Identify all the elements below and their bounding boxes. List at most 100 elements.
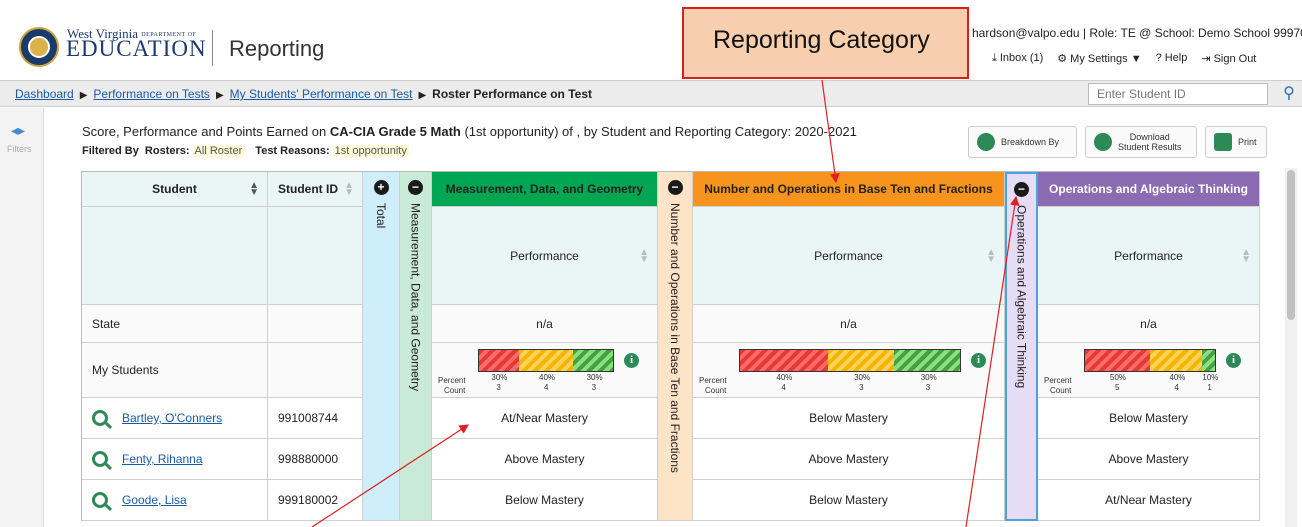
category-header-1[interactable]: Measurement, Data, and Geometry bbox=[432, 172, 658, 207]
breadcrumb-my-students-performance[interactable]: My Students' Performance on Test bbox=[230, 87, 413, 101]
my-settings-link[interactable]: ⚙ My Settings ▼ bbox=[1057, 52, 1141, 65]
student-id-text: 991008744 bbox=[278, 411, 339, 425]
table-row-performance: Above Mastery bbox=[432, 439, 658, 480]
performance-level-text: Below Mastery bbox=[809, 411, 888, 425]
student-name-link[interactable]: Goode, Lisa bbox=[122, 493, 187, 507]
performance-header[interactable]: Performance ▲ ▼ bbox=[693, 207, 1005, 305]
logo-divider bbox=[212, 30, 213, 66]
total-column-label: Total bbox=[374, 203, 388, 229]
report-filters: Filtered By Rosters: All Roster Test Reas… bbox=[82, 145, 409, 157]
state-value: n/a bbox=[1038, 305, 1260, 343]
chevron-right-icon: ▶ bbox=[215, 90, 224, 101]
student-name-link[interactable]: Bartley, O'Conners bbox=[122, 411, 222, 425]
expand-filters-icon[interactable]: ◂▸ bbox=[11, 122, 25, 139]
segment-percent: 40% bbox=[539, 373, 556, 382]
performance-distribution-bar[interactable] bbox=[739, 349, 961, 372]
state-value-text: n/a bbox=[536, 316, 553, 331]
info-icon[interactable]: i bbox=[971, 353, 986, 368]
sort-icon[interactable]: ▲ ▼ bbox=[344, 181, 354, 198]
inbox-link[interactable]: ⤓ Inbox (1) bbox=[992, 52, 1043, 65]
my-students-row-label: My Students bbox=[92, 363, 159, 377]
distribution-segment bbox=[479, 350, 520, 371]
collapse-category-icon[interactable]: − bbox=[408, 180, 423, 195]
performance-header[interactable]: Performance ▲ ▼ bbox=[432, 207, 658, 305]
count-label: Count bbox=[705, 386, 727, 395]
header-blank bbox=[82, 207, 268, 305]
segment-count: 4 bbox=[781, 383, 786, 392]
report-title: Score, Performance and Points Earned on … bbox=[82, 124, 857, 139]
state-value: n/a bbox=[693, 305, 1005, 343]
printer-icon bbox=[1214, 133, 1232, 151]
breakdown-by-button[interactable]: Breakdown By bbox=[968, 126, 1077, 158]
segment-count: 4 bbox=[1174, 383, 1179, 392]
segment-count: 3 bbox=[859, 383, 864, 392]
info-icon[interactable]: i bbox=[1226, 353, 1241, 368]
info-icon[interactable]: i bbox=[624, 353, 639, 368]
table-row-performance: At/Near Mastery bbox=[1038, 480, 1260, 521]
sort-icon[interactable]: ▲ ▼ bbox=[249, 181, 259, 198]
performance-header[interactable]: Performance ▲ ▼ bbox=[1038, 207, 1260, 305]
student-id-input[interactable] bbox=[1088, 83, 1268, 105]
sort-icon[interactable]: ▲ ▼ bbox=[639, 247, 649, 264]
student-detail-icon[interactable] bbox=[92, 410, 108, 426]
collapse-category-icon[interactable]: − bbox=[1014, 182, 1029, 197]
scrollbar-thumb[interactable] bbox=[1287, 170, 1295, 320]
collapse-category-icon[interactable]: − bbox=[667, 180, 683, 195]
performance-level-text: Below Mastery bbox=[505, 493, 584, 507]
download-student-results-button[interactable]: Download Student Results bbox=[1085, 126, 1197, 158]
table-row-student-name: Goode, Lisa bbox=[82, 480, 268, 521]
header-blank bbox=[268, 207, 363, 305]
table-row-performance: Below Mastery bbox=[693, 398, 1005, 439]
count-label: Count bbox=[444, 386, 466, 395]
table-row-student-id: 999180002 bbox=[268, 480, 363, 521]
category-header-3[interactable]: Operations and Algebraic Thinking bbox=[1038, 172, 1260, 207]
performance-distribution-bar[interactable] bbox=[478, 349, 614, 372]
header-student-label: Student bbox=[152, 182, 197, 196]
filters-label: Filters bbox=[7, 144, 32, 154]
header-student-id[interactable]: Student ID ▲ ▼ bbox=[268, 172, 363, 207]
breadcrumb-dashboard[interactable]: Dashboard bbox=[15, 87, 74, 101]
state-row-id-blank bbox=[268, 305, 363, 343]
filters-rail[interactable]: ◂▸ Filters bbox=[0, 108, 44, 527]
distribution-cell: i Percent Count 50% 5 40% 4 10% 1 bbox=[1038, 343, 1260, 398]
print-button[interactable]: Print bbox=[1205, 126, 1267, 158]
sign-out-link[interactable]: ⇥ Sign Out bbox=[1201, 52, 1256, 65]
search-icon[interactable]: ⚲ bbox=[1278, 83, 1300, 105]
expand-total-icon[interactable]: + bbox=[373, 180, 389, 195]
header-student[interactable]: Student ▲ ▼ bbox=[82, 172, 268, 207]
student-detail-icon[interactable] bbox=[92, 451, 108, 467]
reporting-category-callout: Reporting Category bbox=[682, 7, 969, 79]
performance-distribution-bar[interactable] bbox=[1084, 349, 1216, 372]
chevron-right-icon: ▶ bbox=[418, 90, 427, 101]
table-row-performance: Below Mastery bbox=[693, 480, 1005, 521]
category-vertical-label: Number and Operations in Base Ten and Fr… bbox=[668, 203, 682, 473]
student-name-link[interactable]: Fenty, Rihanna bbox=[122, 452, 203, 466]
state-value-text: n/a bbox=[1140, 316, 1157, 331]
my-students-row: My Students bbox=[82, 343, 268, 398]
distribution-segment bbox=[1085, 350, 1150, 371]
performance-level-text: Below Mastery bbox=[1109, 411, 1188, 425]
app-header: West Virginia DEPARTMENT OF EDUCATION Re… bbox=[0, 0, 1302, 78]
segment-percent: 30% bbox=[854, 373, 871, 382]
distribution-segment bbox=[828, 350, 894, 371]
state-value-text: n/a bbox=[840, 316, 857, 331]
performance-header-label: Performance bbox=[814, 248, 883, 263]
chevron-right-icon: ▶ bbox=[79, 90, 88, 101]
distribution-segment bbox=[1202, 350, 1215, 371]
performance-level-text: At/Near Mastery bbox=[1105, 493, 1192, 507]
segment-count: 1 bbox=[1207, 383, 1212, 392]
student-detail-icon[interactable] bbox=[92, 492, 108, 508]
sign-out-icon: ⇥ bbox=[1201, 53, 1211, 65]
breadcrumb-performance-on-tests[interactable]: Performance on Tests bbox=[93, 87, 210, 101]
help-link[interactable]: ? Help bbox=[1156, 52, 1188, 65]
breadcrumb-bar: Dashboard ▶ Performance on Tests ▶ My Studen… bbox=[0, 80, 1302, 107]
state-row-label: State bbox=[92, 316, 121, 331]
sort-icon[interactable]: ▲ ▼ bbox=[986, 247, 996, 264]
breadcrumb-current: Roster Performance on Test bbox=[432, 87, 592, 101]
segment-percent: 10% bbox=[1202, 373, 1219, 382]
distribution-segment bbox=[740, 350, 828, 371]
category-header-2[interactable]: Number and Operations in Base Ten and Fr… bbox=[693, 172, 1005, 207]
sort-icon[interactable]: ▲ ▼ bbox=[1241, 247, 1251, 264]
segment-count: 4 bbox=[544, 383, 549, 392]
vertical-scrollbar[interactable] bbox=[1285, 168, 1297, 527]
